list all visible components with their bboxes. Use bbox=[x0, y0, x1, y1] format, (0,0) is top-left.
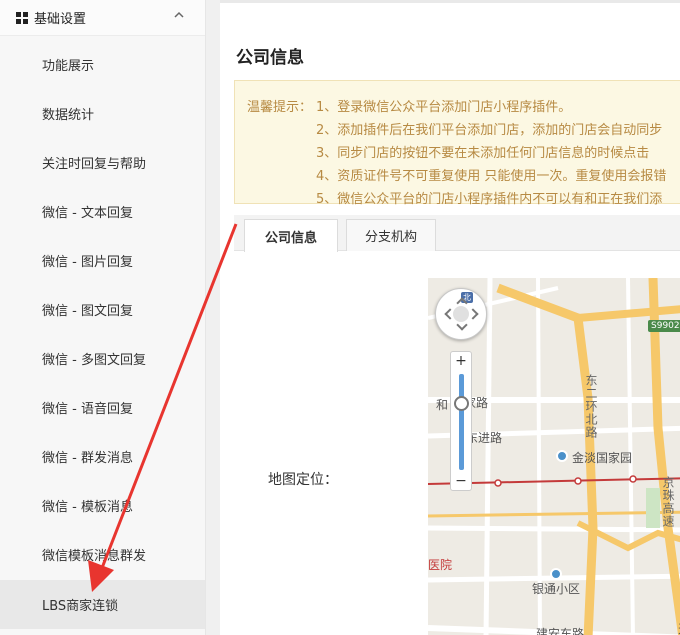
map-label-poi: 银通小区 bbox=[532, 582, 581, 596]
sidebar-item-lbs-chain[interactable]: LBS商家连锁 bbox=[0, 580, 205, 629]
sidebar-item-label: 微信 - 图片回复 bbox=[42, 255, 133, 270]
pan-center-icon[interactable] bbox=[453, 306, 469, 322]
grid-icon bbox=[16, 11, 28, 24]
sidebar-item-text-reply[interactable]: 微信 - 文本回复 bbox=[0, 187, 205, 236]
sidebar-item-label: 微信模板消息群发 bbox=[42, 549, 147, 564]
notice-line: 2、添加插件后在我们平台添加门店，添加的门店会自动同步 bbox=[316, 123, 663, 138]
sidebar-item-voice-reply[interactable]: 微信 - 语音回复 bbox=[0, 383, 205, 432]
map-label-poi: 金淡国家园 bbox=[572, 451, 633, 465]
tab-branches[interactable]: 分支机构 bbox=[346, 219, 436, 251]
notice-line: 4、资质证件号不可重复使用 只能使用一次。重复使用会报错 bbox=[316, 169, 667, 184]
map-label-street: 建安东路 bbox=[536, 627, 585, 635]
zoom-slider-track[interactable] bbox=[459, 374, 464, 470]
sidebar-group-title: 基础设置 bbox=[34, 12, 87, 27]
sidebar-item-mass-message[interactable]: 微信 - 群发消息 bbox=[0, 432, 205, 481]
sidebar-item-label: 微信 - 多图文回复 bbox=[42, 353, 146, 368]
map-pan-control[interactable]: 北 bbox=[435, 288, 487, 340]
map-poi-icon bbox=[556, 450, 568, 462]
sidebar-item-label: 微信 - 模板消息 bbox=[42, 500, 133, 515]
sidebar-item-label: 关注时回复与帮助 bbox=[42, 157, 147, 172]
sidebar-group-header[interactable]: 基础设置 bbox=[0, 0, 205, 36]
main-content: 公司信息 温馨提示： 1、登录微信公众平台添加门店小程序插件。 2、添加插件后在… bbox=[206, 0, 680, 635]
sidebar-item-label: 微信 - 文本回复 bbox=[42, 206, 133, 221]
sidebar-item-label: 微信 - 语音回复 bbox=[42, 402, 133, 417]
chevron-up-icon[interactable] bbox=[174, 10, 184, 20]
map-label-street: 和 bbox=[436, 398, 449, 412]
sidebar-item-label: LBS商家连锁 bbox=[42, 599, 119, 614]
notice-box: 温馨提示： 1、登录微信公众平台添加门店小程序插件。 2、添加插件后在我们平台添… bbox=[234, 80, 680, 207]
zoom-out-button[interactable]: − bbox=[451, 472, 471, 490]
sidebar-item-label: 数据统计 bbox=[42, 108, 95, 123]
notice-line: 3、同步门店的按钮不要在未添加任何门店信息的时候点击 bbox=[316, 146, 650, 161]
zoom-in-button[interactable]: + bbox=[451, 352, 471, 370]
tab-company-info[interactable]: 公司信息 bbox=[244, 219, 338, 252]
sidebar-item-feature-display[interactable]: 功能展示 bbox=[0, 40, 205, 89]
map-poi-icon bbox=[550, 568, 562, 580]
sidebar-item-label: 功能展示 bbox=[42, 59, 95, 74]
notice-line: 1、登录微信公众平台添加门店小程序插件。 bbox=[316, 100, 572, 115]
notice-line: 5、微信公众平台的门店小程序插件内不可以有和正在我们添 bbox=[316, 192, 663, 207]
sidebar-item-image-reply[interactable]: 微信 - 图片回复 bbox=[0, 236, 205, 285]
zoom-slider-handle[interactable] bbox=[454, 396, 469, 411]
sidebar-item-multi-news-reply[interactable]: 微信 - 多图文回复 bbox=[0, 334, 205, 383]
map-location-label: 地图定位： bbox=[268, 472, 338, 488]
sidebar-item-template-message[interactable]: 微信 - 模板消息 bbox=[0, 481, 205, 530]
notice-label: 温馨提示： bbox=[247, 100, 313, 115]
content-panel: 公司信息 温馨提示： 1、登录微信公众平台添加门店小程序插件。 2、添加插件后在… bbox=[220, 0, 680, 635]
sidebar-item-news-reply[interactable]: 微信 - 图文回复 bbox=[0, 285, 205, 334]
app-window: 基础设置 功能展示 数据统计 关注时回复与帮助 微信 - 文本回复 微信 - 图… bbox=[0, 0, 680, 635]
sidebar-item-label: 微信 - 图文回复 bbox=[42, 304, 133, 319]
road-number-badge: S9902 bbox=[648, 320, 680, 332]
pan-right-icon[interactable] bbox=[467, 308, 479, 320]
sidebar-item-statistics[interactable]: 数据统计 bbox=[0, 89, 205, 138]
map-label-poi: 医院 bbox=[428, 558, 453, 572]
map-zoom-control: + − bbox=[450, 351, 472, 491]
map-view[interactable]: S9902 和 家路 东进路 东二环北路 金淡国家园 京珠高速 医院 银通小区 … bbox=[428, 278, 680, 635]
map-label-road: 东二环北路 bbox=[584, 374, 598, 439]
map-label-road: 京珠高速 bbox=[661, 476, 675, 528]
tab-bar: 公司信息 分支机构 bbox=[234, 215, 680, 252]
page-title: 公司信息 bbox=[236, 48, 304, 68]
sidebar-item-follow-reply[interactable]: 关注时回复与帮助 bbox=[0, 138, 205, 187]
sidebar: 基础设置 功能展示 数据统计 关注时回复与帮助 微信 - 文本回复 微信 - 图… bbox=[0, 0, 206, 635]
sidebar-item-template-mass[interactable]: 微信模板消息群发 bbox=[0, 530, 205, 579]
sidebar-item-label: 微信 - 群发消息 bbox=[42, 451, 133, 466]
